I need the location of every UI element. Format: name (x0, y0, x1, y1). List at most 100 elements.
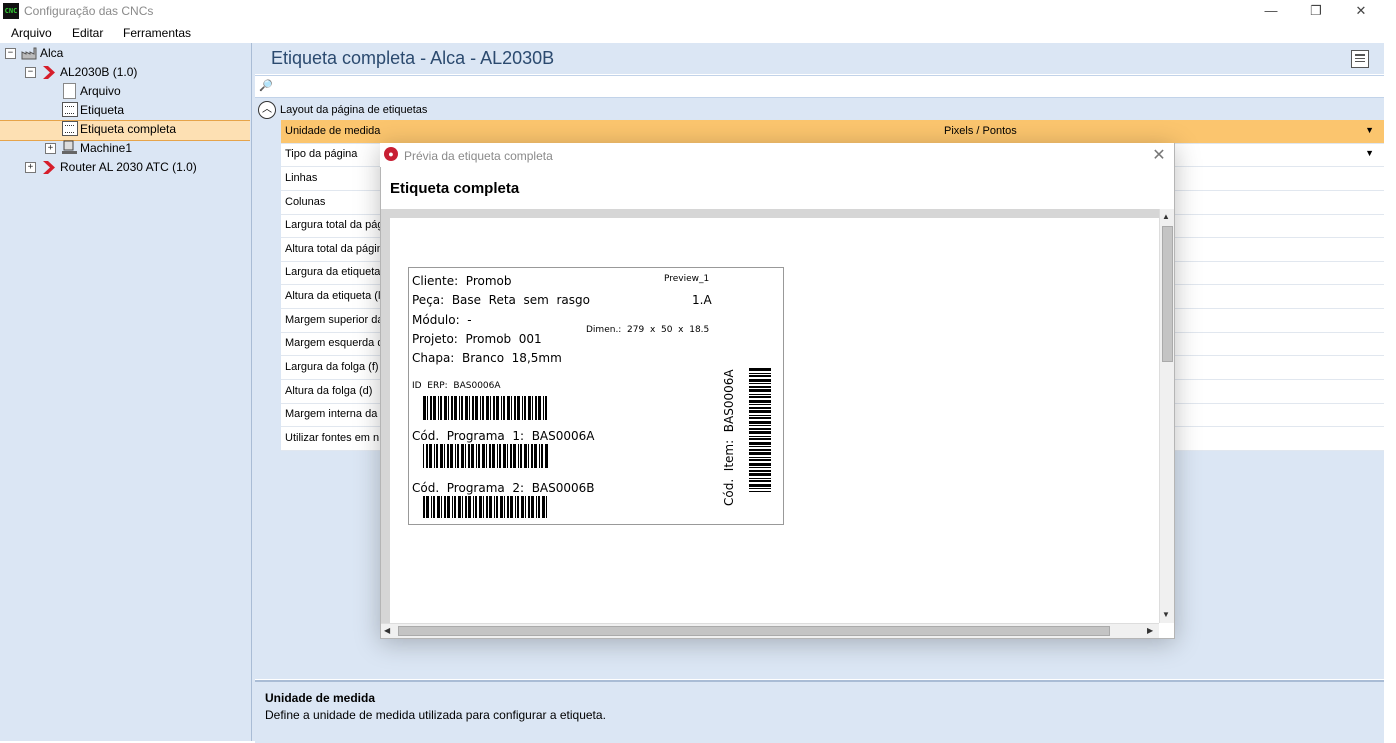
maximize-button[interactable]: ❐ (1293, 0, 1339, 23)
barcode-bar (454, 396, 457, 420)
barcode-bar (489, 496, 492, 518)
barcode-bar (475, 396, 478, 420)
barcode-bar (513, 444, 516, 468)
close-button[interactable]: ✕ (1338, 0, 1384, 23)
promob-logo-icon: ● (384, 147, 398, 161)
property-name: Unidade de medida (285, 125, 381, 137)
barcode-bar (447, 444, 449, 468)
dialog-heading: Etiqueta completa (390, 180, 520, 197)
dropdown-arrow-icon[interactable]: ▼ (1365, 125, 1374, 135)
label-chapa: Chapa: Branco 18,5mm (412, 351, 562, 365)
dialog-close-icon[interactable]: ✕ (1150, 145, 1168, 165)
barcode-bar (524, 396, 526, 420)
scroll-down-icon[interactable]: ▼ (1162, 610, 1170, 619)
tree-item-etiqueta[interactable]: Etiqueta (80, 103, 124, 117)
app-icon: CNC (3, 3, 19, 19)
barcode-bar (749, 470, 771, 472)
barcode-bar (538, 496, 540, 518)
barcode-bar (429, 444, 432, 468)
barcode-bar (437, 496, 440, 518)
tree-item-machine1[interactable]: Machine1 (80, 141, 132, 155)
menu-editar[interactable]: Editar (72, 26, 103, 40)
minimize-button[interactable]: — (1248, 0, 1294, 23)
barcode-bar (444, 496, 446, 518)
tree-item-al2030b[interactable]: AL2030B (1.0) (60, 65, 137, 79)
property-search-bar[interactable] (255, 75, 1384, 98)
tree-expander-router[interactable]: + (25, 162, 36, 173)
page-title: Etiqueta completa - Alca - AL2030B (271, 48, 555, 68)
barcode-bar (434, 444, 435, 468)
label-projeto: Projeto: Promob 001 (412, 332, 542, 346)
barcode-bar (749, 383, 771, 384)
barcode-bar (476, 444, 477, 468)
barcode-bar (538, 396, 541, 420)
dialog-title: Prévia da etiqueta completa (404, 149, 553, 163)
tree-item-etiqueta-completa[interactable]: Etiqueta completa (80, 122, 176, 136)
barcode-bar (749, 457, 771, 458)
barcode-bar (426, 496, 429, 518)
dropdown-arrow-icon[interactable]: ▼ (1365, 148, 1374, 158)
barcode-bar (507, 396, 510, 420)
barcode-bar (486, 444, 487, 468)
menu-arquivo[interactable]: Arquivo (11, 26, 52, 40)
barcode-bar (749, 449, 771, 451)
property-value[interactable]: Pixels / Pontos (944, 125, 1017, 137)
tree-item-router[interactable]: Router AL 2030 ATC (1.0) (60, 160, 197, 174)
barcode-bar (510, 444, 512, 468)
barcode-bar (749, 394, 771, 395)
property-name: Margem esquerda d (285, 337, 384, 349)
barcode-bar (438, 396, 439, 420)
document-icon (63, 83, 76, 99)
tree-expander-machine1[interactable]: + (45, 143, 56, 154)
barcode-bar (749, 400, 771, 403)
barcode-bar (472, 396, 474, 420)
barcode-bar (494, 496, 495, 518)
scroll-right-icon[interactable]: ▶ (1147, 626, 1153, 635)
barcode-bar (749, 375, 771, 377)
barcode-bar (490, 396, 491, 420)
search-icon[interactable]: 🔎 (259, 79, 273, 92)
barcode-bar (517, 496, 519, 518)
label-peca-num: 1.A (692, 293, 712, 307)
barcode-bar (455, 444, 456, 468)
tree-item-arquivo[interactable]: Arquivo (80, 84, 121, 98)
menu-ferramentas[interactable]: Ferramentas (123, 26, 191, 40)
property-name: Colunas (285, 196, 326, 208)
panel-options-icon[interactable] (1351, 50, 1369, 68)
label-cod-item: Cód. Item: BAS0006A (722, 369, 736, 506)
barcode-bar (749, 425, 771, 426)
chevron-up-icon[interactable]: ︿ (258, 101, 276, 119)
barcode-bar (749, 459, 771, 461)
scroll-left-icon[interactable]: ◀ (384, 626, 390, 635)
vertical-scroll-thumb[interactable] (1162, 226, 1173, 362)
barcode-bar (457, 444, 459, 468)
barcode-bar (426, 444, 428, 468)
barcode-bar (468, 444, 470, 468)
barcode-bar (461, 444, 464, 468)
barcode-bar (524, 444, 527, 468)
barcode-bar (531, 444, 533, 468)
property-row-unidade[interactable]: Unidade de medida Pixels / Pontos ▼ (281, 120, 1384, 144)
title-bar (0, 0, 1396, 23)
barcode-bar (462, 496, 463, 518)
label-modulo: Módulo: - (412, 313, 472, 327)
barcode-id-erp (423, 396, 547, 420)
scroll-up-icon[interactable]: ▲ (1162, 212, 1170, 221)
tree-item-alca[interactable]: Alca (40, 46, 63, 60)
barcode-bar (749, 491, 771, 492)
barcode-bar (450, 444, 453, 468)
barcode-bar (749, 467, 771, 468)
horizontal-scroll-thumb[interactable] (398, 626, 1110, 636)
barcode-bar (465, 444, 466, 468)
barcode-bar (507, 496, 509, 518)
barcode-bar (444, 396, 447, 420)
barcode-bar (486, 496, 488, 518)
barcode-bar (749, 389, 771, 392)
barcode-bar (441, 496, 442, 518)
barcode-bar (459, 396, 460, 420)
tree-expander-al2030b[interactable]: − (25, 67, 36, 78)
barcode-bar (749, 386, 771, 388)
barcode-bar (444, 444, 445, 468)
barcode-bar (503, 396, 505, 420)
tree-expander-alca[interactable]: − (5, 48, 16, 59)
